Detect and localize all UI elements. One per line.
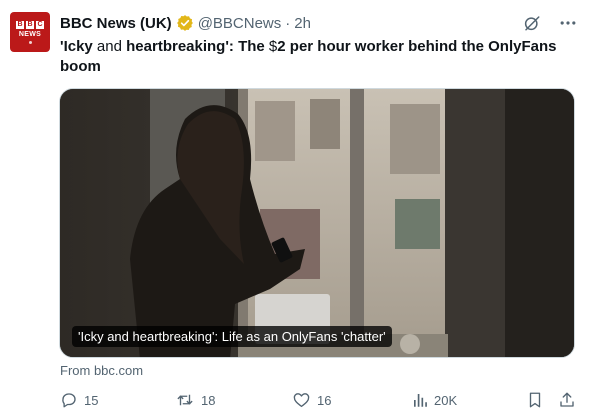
handle[interactable]: @BBCNews [198, 15, 282, 32]
reply-icon [62, 393, 76, 408]
link-card-image[interactable]: 'Icky and heartbreaking': Life as an Onl… [59, 88, 575, 358]
bbc-logo-letter: B [16, 20, 24, 29]
tweet-text-part: heartbreaking [126, 38, 226, 55]
repost-icon [177, 394, 193, 406]
display-name[interactable]: BBC News (UK) [60, 15, 172, 32]
tweet-text-part: ': The [225, 38, 269, 55]
image-caption: 'Icky and heartbreaking': Life as an Onl… [72, 326, 392, 347]
tweet-card[interactable]: B B C NEWS BBC News (UK) @BBCNews · 2h '… [0, 0, 596, 420]
tweet-top-actions [522, 13, 578, 33]
bookmark-icon [529, 392, 541, 408]
tweet-text-part: 'Icky [60, 38, 93, 55]
tweet-header: BBC News (UK) @BBCNews · 2h [60, 12, 311, 34]
photo-illustration [60, 89, 574, 357]
bbc-logo-letter: C [36, 20, 44, 29]
verified-badge-icon[interactable] [176, 14, 194, 32]
link-source[interactable]: From bbc.com [60, 363, 143, 378]
bbc-logo-dot [28, 40, 32, 44]
repost-button[interactable]: 18 [175, 391, 215, 409]
grok-icon[interactable] [522, 13, 542, 33]
views-button[interactable]: 20K [412, 391, 457, 409]
views-chart-icon [414, 394, 427, 407]
tweet-text: 'Icky and heartbreaking': The $2 per hou… [60, 37, 570, 77]
tweet-text-part: and [92, 38, 127, 55]
avatar[interactable]: B B C NEWS [10, 12, 50, 52]
bookmark-button[interactable] [526, 391, 544, 409]
share-button[interactable] [558, 391, 576, 409]
bbc-logo-news-label: NEWS [18, 30, 42, 38]
reply-count: 15 [84, 392, 99, 408]
tweet-text-part: $ [268, 38, 278, 55]
separator-dot: · [285, 14, 291, 32]
reply-button[interactable]: 15 [60, 391, 98, 409]
bbc-logo-blocks: B B C [16, 20, 44, 29]
like-button[interactable]: 16 [292, 391, 331, 409]
view-count: 20K [434, 392, 458, 408]
timestamp[interactable]: 2h [294, 15, 311, 32]
like-count: 16 [317, 392, 332, 408]
bbc-logo-letter: B [26, 20, 34, 29]
heart-icon [293, 393, 310, 408]
repost-count: 18 [201, 392, 216, 408]
tweet-actions-bar: 15 18 16 20K [60, 391, 576, 413]
more-dots-icon[interactable] [558, 13, 578, 33]
share-icon [560, 392, 574, 407]
